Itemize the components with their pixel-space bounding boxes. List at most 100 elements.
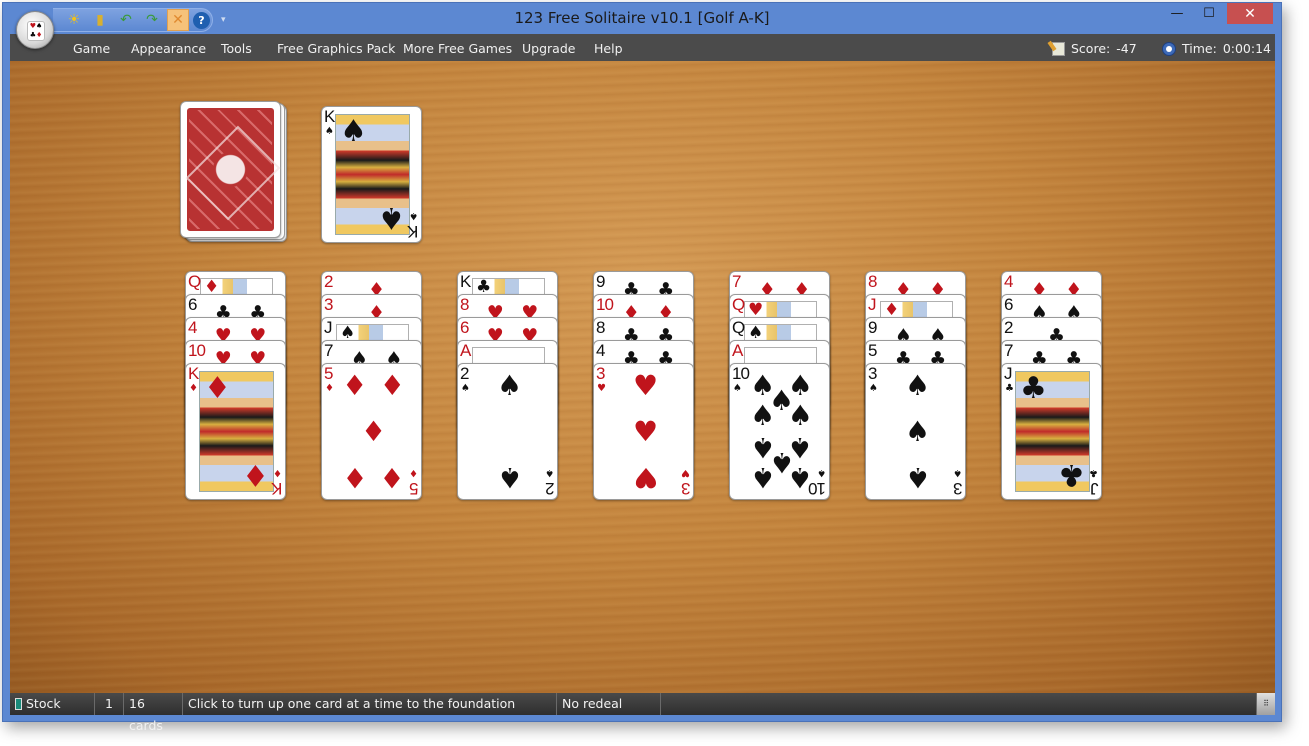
status-hint: Click to turn up one card at a time to t… xyxy=(183,693,557,715)
card-suit-icon: ♦ xyxy=(273,467,282,478)
card-rank: 9 xyxy=(868,318,878,337)
card-rank: 5 xyxy=(324,364,334,383)
card-rank: 2 xyxy=(1004,318,1014,337)
tableau-top-card[interactable]: ♦ ♦ ♦ ♦ ♦ 5 ♦ 5 ♦ xyxy=(321,363,422,500)
card-pips: ♠ ♠ xyxy=(476,372,543,494)
window-title: 123 Free Solitaire v10.1 [Golf A-K] xyxy=(514,9,770,27)
time-label: Time: xyxy=(1182,41,1217,56)
card-suit-icon: ♥ xyxy=(597,383,606,394)
card-suit-icon: ♣ xyxy=(1089,467,1098,478)
menu-tools[interactable]: Tools xyxy=(221,41,252,56)
close-button[interactable]: ✕ xyxy=(1227,3,1273,24)
tableau-top-card[interactable]: ♠ ♠ ♠ ♠ ♠ ♠ ♠ ♠ ♠ ♠ 10 ♠ 10 ♠ xyxy=(729,363,830,500)
card-suit-icon: ♠ xyxy=(750,460,776,494)
card-back[interactable] xyxy=(180,101,281,238)
card-rank: 7 xyxy=(1004,341,1014,360)
title-bar: ☀ ▮ ↶ ↷ ✕? ▾ 123 Free Solitaire v10.1 [Golf … xyxy=(3,3,1281,34)
card-face-window xyxy=(744,347,817,363)
card-pips: ♠ ♠ ♠ xyxy=(884,369,951,494)
court-figure: ♦ ♦ xyxy=(199,371,274,492)
card-suit-icon: ♠ xyxy=(325,126,334,137)
menu-bar: Game Appearance Tools Free Graphics Pack… xyxy=(10,34,1275,61)
tableau-top-card[interactable]: ♥ ♥ ♥ 3 ♥ 3 ♥ xyxy=(593,363,694,500)
card-rank-bottom: K xyxy=(271,479,282,498)
score-value: -47 xyxy=(1116,41,1137,56)
card-suit-icon: ♠ xyxy=(904,369,931,403)
menu-game[interactable]: Game xyxy=(73,41,110,56)
tableau-top-card[interactable]: ♣ ♣ J ♣ J ♣ xyxy=(1001,363,1102,500)
card-rank: 8 xyxy=(460,295,470,314)
card-suit-icon: ♦ xyxy=(189,383,198,394)
card-suit-icon: ♦ xyxy=(204,371,231,406)
time-value: 0:00:14 xyxy=(1222,41,1271,56)
menu-help[interactable]: Help xyxy=(594,41,623,56)
app-window: ☀ ▮ ↶ ↷ ✕? ▾ 123 Free Solitaire v10.1 [Golf … xyxy=(2,2,1282,733)
card-rank: J xyxy=(1004,364,1012,383)
card-suit-icon: ♠ xyxy=(787,399,813,433)
card-suit-icon: ♦ xyxy=(379,369,405,403)
card-rank: 2 xyxy=(460,364,470,383)
card-rank: 3 xyxy=(868,364,878,383)
card-suit-icon: ♠ xyxy=(461,383,470,394)
card-suit-icon: ♠ xyxy=(904,460,931,494)
card-rank-bottom: 2 xyxy=(545,479,554,498)
card-rank: 9 xyxy=(596,272,606,291)
card-suit-icon: ♠ xyxy=(750,399,776,433)
card-rank: 2 xyxy=(324,272,334,291)
card-rank-bottom: K xyxy=(407,222,418,241)
scorepad-icon xyxy=(1052,41,1065,56)
card-face-window: ♦ xyxy=(880,300,953,320)
card-suit-icon: ♣ xyxy=(1058,457,1085,492)
card-rank: 6 xyxy=(188,295,198,314)
status-pile-label: Stock xyxy=(26,696,61,711)
card-suit-icon: ♣ xyxy=(1020,371,1047,406)
tableau-top-card[interactable]: ♦ ♦ K ♦ K ♦ xyxy=(185,363,286,500)
card-rank: 4 xyxy=(1004,272,1014,291)
menu-appearance[interactable]: Appearance xyxy=(131,41,206,56)
time-display: Time: 0:00:14 xyxy=(1162,41,1271,56)
card-face-window: ♦ xyxy=(200,277,273,297)
card-rank: 6 xyxy=(460,318,470,337)
tableau-top-card[interactable]: ♠ ♠ 2 ♠ 2 ♠ xyxy=(457,363,558,500)
card-rank: K xyxy=(324,107,335,126)
card-suit-icon: ♠ xyxy=(869,383,878,394)
card-rank: 10 xyxy=(596,295,614,314)
card-rank-bottom: 5 xyxy=(409,479,418,498)
card-rank: 4 xyxy=(188,318,198,337)
status-number: 1 xyxy=(95,693,124,715)
card-face-window: ♥ xyxy=(744,300,817,320)
score-display: Score: -47 xyxy=(1052,41,1137,56)
tableau-top-card[interactable]: ♠ ♠ ♠ 3 ♠ 3 ♠ xyxy=(865,363,966,500)
court-figure: ♠ ♠ xyxy=(335,114,410,235)
card-face-window xyxy=(472,347,545,363)
status-pile: Stock xyxy=(10,693,95,715)
status-bar: Stock 1 16 cards Click to turn up one ca… xyxy=(10,693,1275,733)
menu-upgrade[interactable]: Upgrade xyxy=(522,41,575,56)
card-suit-icon: ♦ xyxy=(342,369,368,403)
stock-pile[interactable] xyxy=(180,101,290,246)
card-rank: A xyxy=(460,341,471,360)
menu-free-graphics-pack[interactable]: Free Graphics Pack xyxy=(277,41,395,56)
minimize-button[interactable]: — xyxy=(1161,3,1193,24)
status-card-count: 16 cards xyxy=(124,693,183,733)
game-table: ♠ ♠ K ♠ K ♠ ♦ Q 6 ♣ ♣ 4 ♥ ♥ 10 ♥ ♥ ♦ ♦ K ♦ K ♦ 2 ♦ 3 ♦ ♠ J 7 ♠ ♠ ♦ ♦ ♦ ♦ ♦ 5 ♦… xyxy=(10,61,1275,693)
card-suit-icon: ♦ xyxy=(409,467,418,478)
card-pips: ♠ ♠ ♠ ♠ ♠ ♠ ♠ ♠ ♠ ♠ xyxy=(748,372,815,494)
card-pips: ♦ ♦ ♦ ♦ ♦ xyxy=(340,369,407,494)
card-suit-icon: ♣ xyxy=(1005,383,1014,394)
court-figure: ♣ ♣ xyxy=(1015,371,1090,492)
card-suit-icon: ♠ xyxy=(409,210,418,221)
menu-more-free-games[interactable]: More Free Games xyxy=(403,41,512,56)
app-menu-button[interactable]: ♥♠ ♣♦ xyxy=(16,11,54,49)
card-rank: 8 xyxy=(596,318,606,337)
card-rank-bottom: J xyxy=(1090,479,1099,498)
card-suit-icon: ♠ xyxy=(904,414,931,448)
card-suit-icon: ♦ xyxy=(379,460,405,494)
card-rank: 4 xyxy=(596,341,606,360)
maximize-button[interactable]: ☐ xyxy=(1193,3,1225,24)
card-rank: 10 xyxy=(732,364,750,383)
card-rank: A xyxy=(732,341,743,360)
resize-grip[interactable]: ⠿ xyxy=(1257,693,1275,715)
card-rank-bottom: 3 xyxy=(681,479,690,498)
card-rank: Q xyxy=(732,318,745,337)
